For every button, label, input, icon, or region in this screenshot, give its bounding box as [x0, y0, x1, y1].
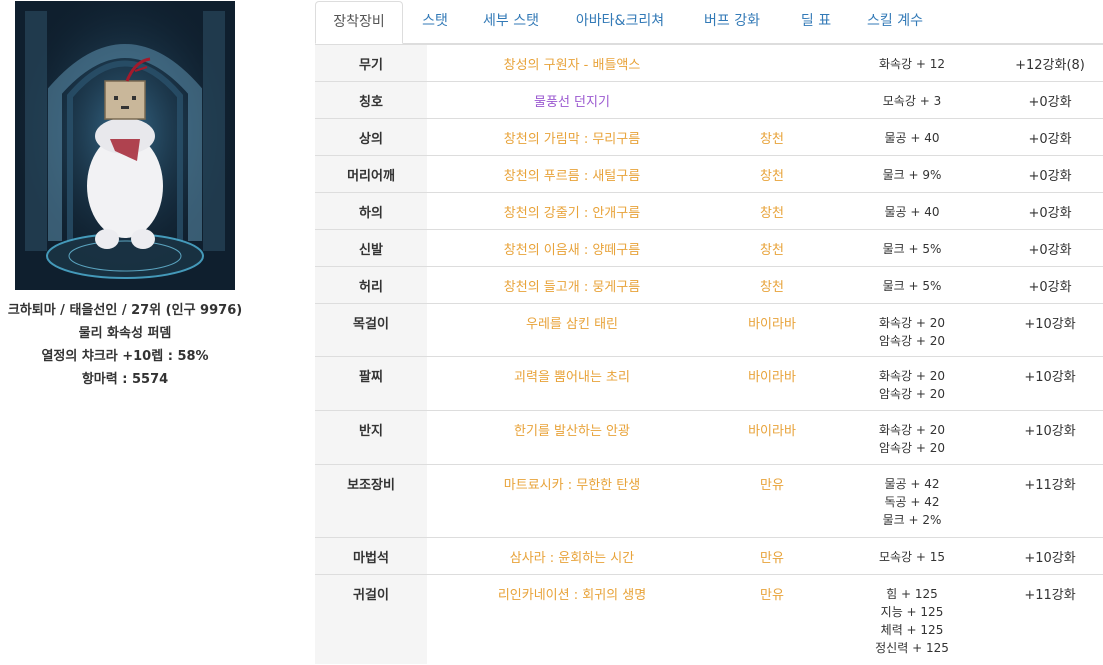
item-name[interactable]: 창천의 가림막 : 무리구름 — [427, 119, 717, 147]
slot-label: 팔찌 — [315, 357, 427, 410]
item-set — [717, 82, 827, 91]
item-set: 만유 — [760, 588, 784, 603]
slot-label: 보조장비 — [315, 465, 427, 537]
tab-equipment[interactable]: 장착장비 — [315, 1, 403, 44]
item-enhance: +0강화 — [1028, 95, 1072, 110]
item-set: 만유 — [760, 551, 784, 566]
table-row: 목걸이 우레를 삼킨 태린 바이라바 화속강 + 20 암속강 + 20 +10강… — [315, 303, 1103, 356]
slot-label: 허리 — [315, 267, 427, 303]
item-enhance: +0강화 — [1028, 206, 1072, 221]
item-enhance: +10강화 — [1024, 424, 1076, 439]
table-row: 허리 창천의 들고개 : 뭉게구름 창천 물크 + 5% +0강화 — [315, 266, 1103, 303]
character-damage-type: 물리 화속성 퍼뎀 — [78, 326, 172, 341]
slot-label: 무기 — [315, 45, 427, 81]
item-enhance: +11강화 — [1024, 588, 1076, 603]
tab-buff-enhance[interactable]: 버프 강화 — [687, 1, 777, 43]
item-options: 모속강 + 3 — [882, 94, 942, 108]
item-name[interactable]: 창천의 들고개 : 뭉게구름 — [427, 267, 717, 295]
item-enhance: +0강화 — [1028, 132, 1072, 147]
item-name[interactable]: 창천의 푸르름 : 새털구름 — [427, 156, 717, 184]
item-name[interactable]: 괴력을 뿜어내는 초리 — [427, 357, 717, 385]
item-options: 물공 + 40 — [884, 205, 940, 219]
item-options: 물크 + 5% — [882, 242, 942, 256]
item-options: 물크 + 9% — [882, 168, 942, 182]
item-enhance: +0강화 — [1028, 169, 1072, 184]
table-row: 무기 창성의 구원자 - 배틀액스 화속강 + 12 +12강화(8) — [315, 44, 1103, 81]
item-set: 바이라바 — [748, 317, 796, 332]
item-set: 창천 — [760, 169, 784, 184]
tab-stats[interactable]: 스탯 — [407, 1, 463, 43]
item-options: 화속강 + 12 — [878, 57, 946, 71]
table-row: 귀걸이 리인카네이션 : 회귀의 생명 만유 힘 + 125 지능 + 125 체력… — [315, 574, 1103, 664]
item-name[interactable]: 창천의 이음새 : 양떼구름 — [427, 230, 717, 258]
item-options: 힘 + 125 지능 + 125 체력 + 125 정신력 + 125 — [875, 587, 949, 655]
item-set: 바이라바 — [748, 370, 796, 385]
character-portrait — [15, 1, 235, 290]
item-enhance: +12강화(8) — [1015, 58, 1085, 73]
item-enhance: +10강화 — [1024, 551, 1076, 566]
slot-label: 상의 — [315, 119, 427, 155]
item-name[interactable]: 마트료시카 : 무한한 탄생 — [427, 465, 717, 493]
slot-label: 귀걸이 — [315, 575, 427, 664]
item-options: 물공 + 42 독공 + 42 물크 + 2% — [882, 477, 942, 527]
table-row: 칭호 물풍선 던지기 모속강 + 3 +0강화 — [315, 81, 1103, 118]
item-options: 물공 + 40 — [884, 131, 940, 145]
item-options: 화속강 + 20 암속강 + 20 — [878, 316, 946, 348]
item-name[interactable]: 우레를 삼킨 태린 — [427, 304, 717, 332]
item-enhance: +11강화 — [1024, 478, 1076, 493]
item-set: 창천 — [760, 206, 784, 221]
table-row: 보조장비 마트료시카 : 무한한 탄생 만유 물공 + 42 독공 + 42 물크 … — [315, 464, 1103, 537]
slot-label: 반지 — [315, 411, 427, 464]
item-name[interactable]: 한기를 발산하는 안광 — [427, 411, 717, 439]
tab-damage-table[interactable]: 딜 표 — [785, 1, 847, 43]
table-row: 마법석 삼사라 : 윤회하는 시간 만유 모속강 + 15 +10강화 — [315, 537, 1103, 574]
slot-label: 칭호 — [315, 82, 427, 118]
item-set: 창천 — [760, 280, 784, 295]
character-panel: 크하퇴마 / 태을선인 / 27위 (인구 9976) 물리 화속성 퍼뎀 열정… — [0, 0, 250, 665]
item-options: 물크 + 5% — [882, 279, 942, 293]
character-chakra: 열정의 챠크라 +10렙 : 58% — [41, 349, 209, 364]
character-name-rank: 크하퇴마 / 태을선인 / 27위 (인구 9976) — [7, 303, 243, 318]
item-set: 창천 — [760, 243, 784, 258]
item-options: 모속강 + 15 — [878, 550, 946, 564]
tab-avatar-creature[interactable]: 아바타&크리쳐 — [560, 1, 680, 43]
tab-bar: 장착장비 스탯 세부 스탯 아바타&크리쳐 버프 강화 딜 표 스킬 계수 — [315, 1, 1103, 44]
item-enhance: +0강화 — [1028, 243, 1072, 258]
item-name[interactable]: 물풍선 던지기 — [427, 82, 717, 110]
slot-label: 하의 — [315, 193, 427, 229]
table-row: 하의 창천의 강줄기 : 안개구름 창천 물공 + 40 +0강화 — [315, 192, 1103, 229]
item-name[interactable]: 창천의 강줄기 : 안개구름 — [427, 193, 717, 221]
slot-label: 마법석 — [315, 538, 427, 574]
table-row: 신발 창천의 이음새 : 양떼구름 창천 물크 + 5% +0강화 — [315, 229, 1103, 266]
tab-skill-coefficient[interactable]: 스킬 계수 — [853, 1, 937, 43]
item-set — [717, 45, 827, 54]
slot-label: 머리어깨 — [315, 156, 427, 192]
table-row: 반지 한기를 발산하는 안광 바이라바 화속강 + 20 암속강 + 20 +10… — [315, 410, 1103, 464]
item-enhance: +10강화 — [1024, 370, 1076, 385]
item-set: 바이라바 — [748, 424, 796, 439]
table-row: 머리어깨 창천의 푸르름 : 새털구름 창천 물크 + 9% +0강화 — [315, 155, 1103, 192]
slot-label: 목걸이 — [315, 304, 427, 356]
item-set: 창천 — [760, 132, 784, 147]
equipment-table: 무기 창성의 구원자 - 배틀액스 화속강 + 12 +12강화(8) 칭호 물… — [315, 44, 1103, 664]
item-name[interactable]: 삼사라 : 윤회하는 시간 — [427, 538, 717, 566]
character-info: 크하퇴마 / 태을선인 / 27위 (인구 9976) 물리 화속성 퍼뎀 열정… — [0, 300, 250, 391]
tab-detail-stats[interactable]: 세부 스탯 — [467, 1, 555, 43]
slot-label: 신발 — [315, 230, 427, 266]
item-enhance: +10강화 — [1024, 317, 1076, 332]
item-enhance: +0강화 — [1028, 280, 1072, 295]
table-row: 상의 창천의 가림막 : 무리구름 창천 물공 + 40 +0강화 — [315, 118, 1103, 155]
item-name[interactable]: 창성의 구원자 - 배틀액스 — [427, 45, 717, 73]
item-name[interactable]: 리인카네이션 : 회귀의 생명 — [427, 575, 717, 603]
character-magic-resist: 항마력 : 5574 — [81, 372, 169, 387]
table-row: 팔찌 괴력을 뿜어내는 초리 바이라바 화속강 + 20 암속강 + 20 +10… — [315, 356, 1103, 410]
item-options: 화속강 + 20 암속강 + 20 — [878, 369, 946, 401]
character-image — [15, 1, 235, 290]
item-options: 화속강 + 20 암속강 + 20 — [878, 423, 946, 455]
item-set: 만유 — [760, 478, 784, 493]
